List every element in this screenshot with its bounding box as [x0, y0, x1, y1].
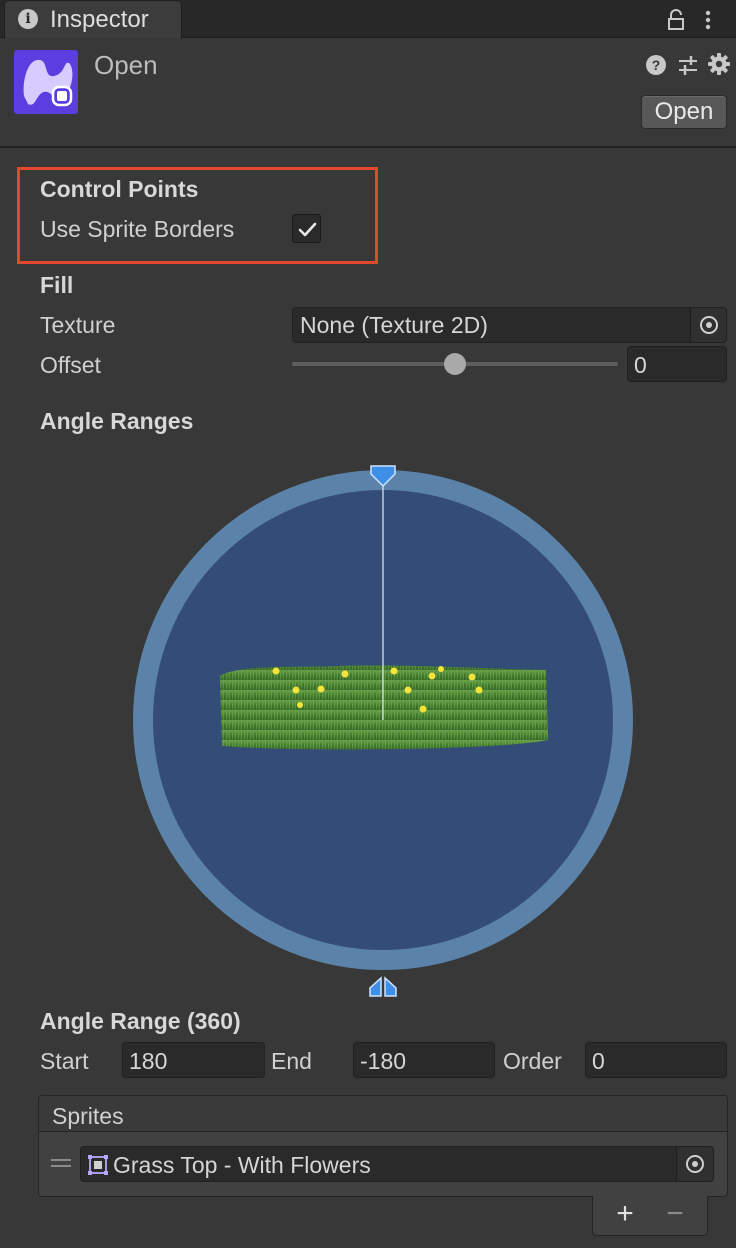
kebab-menu-icon[interactable] [698, 8, 718, 32]
header-divider [0, 146, 736, 148]
highlight-box [17, 167, 378, 264]
tab-label: Inspector [50, 6, 149, 33]
sprite-picker-button[interactable] [676, 1147, 713, 1181]
sprites-heading: Sprites [52, 1103, 124, 1129]
gear-icon[interactable] [707, 52, 731, 76]
add-sprite-button[interactable]: + [610, 1196, 640, 1232]
info-icon: i [18, 9, 38, 29]
fill-heading: Fill [40, 272, 74, 298]
texture-label: Texture [40, 312, 116, 338]
sprite-asset-icon [88, 1155, 108, 1175]
offset-label: Offset [40, 352, 101, 378]
start-label: Start [40, 1048, 89, 1074]
angle-range-heading: Angle Range (360) [40, 1008, 241, 1034]
remove-sprite-button[interactable]: − [660, 1196, 690, 1232]
sprite-preview [220, 665, 548, 750]
angle-range-wheel[interactable] [130, 460, 636, 1000]
object-picker-icon [700, 316, 718, 334]
presets-icon[interactable] [677, 53, 699, 77]
lock-icon[interactable] [664, 8, 688, 32]
end-label: End [271, 1048, 312, 1074]
open-button[interactable]: Open [641, 95, 727, 129]
object-picker-icon [686, 1155, 704, 1173]
order-label: Order [503, 1048, 562, 1074]
help-icon[interactable]: ? [645, 54, 667, 76]
sprites-list-header [39, 1096, 727, 1132]
sprite-field-value: Grass Top - With Flowers [113, 1152, 371, 1178]
order-input[interactable] [585, 1042, 727, 1078]
end-input-value: -180 [360, 1048, 407, 1074]
sprite-shape-profile-icon [14, 50, 78, 114]
angle-ranges-heading: Angle Ranges [40, 408, 194, 434]
texture-field-value: None (Texture 2D) [300, 312, 488, 338]
asset-title: Open [94, 50, 158, 80]
start-input-value: 180 [129, 1048, 168, 1074]
offset-slider-thumb[interactable] [444, 353, 466, 375]
svg-text:?: ? [652, 57, 661, 73]
angle-range-bottom-handles[interactable] [369, 976, 397, 997]
order-input-value: 0 [592, 1048, 605, 1074]
drag-handle-icon[interactable] [50, 1158, 72, 1168]
offset-input-value: 0 [634, 352, 647, 378]
texture-picker-button[interactable] [690, 308, 726, 342]
